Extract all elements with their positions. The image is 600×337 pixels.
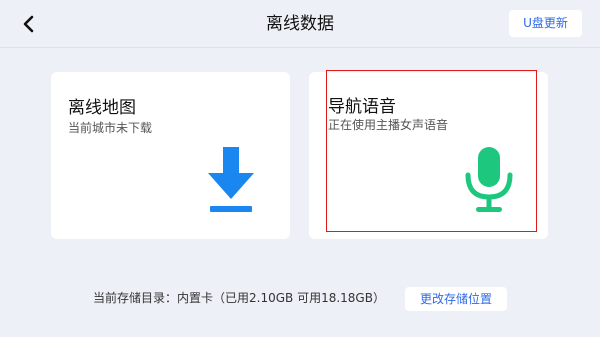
back-button[interactable] — [14, 10, 42, 38]
download-icon — [208, 147, 254, 212]
nav-voice-card[interactable]: 导航语音 正在使用主播女声语音 — [309, 72, 548, 239]
microphone-icon — [465, 147, 513, 212]
change-storage-button[interactable]: 更改存储位置 — [405, 287, 507, 311]
offline-map-card[interactable]: 离线地图 当前城市未下载 — [51, 72, 290, 239]
nav-voice-status: 正在使用主播女声语音 — [328, 118, 449, 132]
storage-directory-info: 当前存储目录：内置卡（已用2.10GB 可用18.18GB） — [93, 291, 385, 305]
nav-voice-title: 导航语音 — [328, 97, 396, 117]
offline-map-status: 当前城市未下载 — [68, 121, 153, 135]
top-bar: 离线数据 U盘更新 — [0, 0, 600, 48]
offline-map-title: 离线地图 — [68, 98, 136, 118]
chevron-left-icon — [23, 15, 34, 33]
udisk-update-button[interactable]: U盘更新 — [509, 10, 582, 37]
